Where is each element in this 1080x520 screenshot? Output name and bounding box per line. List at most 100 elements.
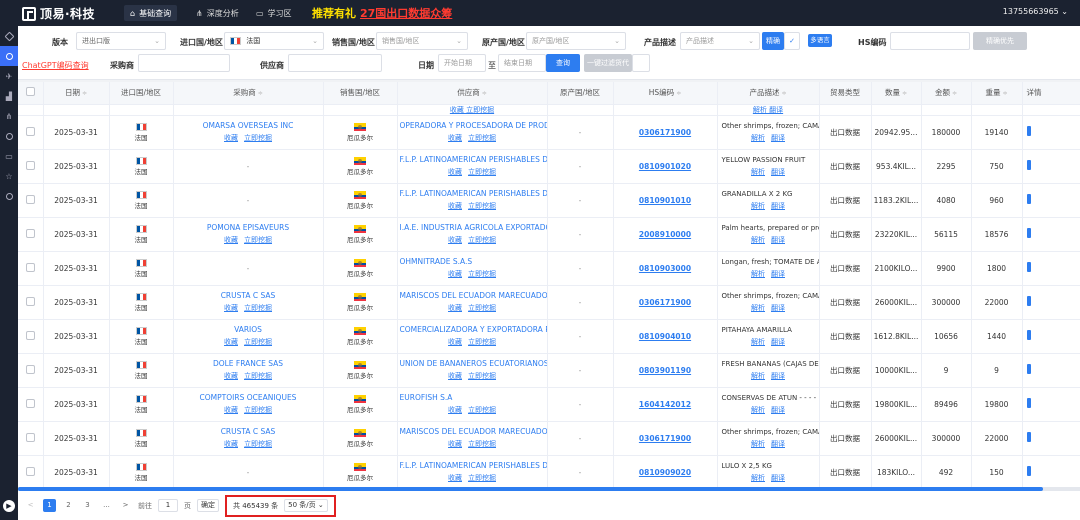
- table-row[interactable]: 2025-03-31 法国 VARIOS 收藏 立即挖掘 厄瓜多尔 COMERCI…: [18, 319, 1080, 354]
- collect-supplier-link[interactable]: 收藏: [448, 304, 462, 312]
- supplier-name-link[interactable]: F.L.P. LATINOAMERICAN PERISHABLES DEL: [398, 461, 547, 470]
- parse-link[interactable]: 解析: [751, 440, 765, 448]
- details-cell[interactable]: [1022, 455, 1080, 488]
- table-row[interactable]: 2025-03-31 法国 CRUSTA C SAS 收藏 立即挖掘 厄瓜多尔 M…: [18, 421, 1080, 456]
- collect-supplier-link[interactable]: 收藏: [448, 236, 462, 244]
- brand-logo[interactable]: 顶易·科技: [22, 5, 95, 22]
- multi-language-button[interactable]: 多语言: [808, 34, 832, 47]
- collect-buyer-link[interactable]: 收藏: [224, 236, 238, 244]
- supplier-name-link[interactable]: F.L.P. LATINOAMERICAN PERISHABLES DEL: [398, 189, 547, 198]
- play-icon[interactable]: ▶: [3, 500, 15, 512]
- parse-link[interactable]: 解析: [751, 372, 765, 380]
- details-cell[interactable]: [1022, 387, 1080, 422]
- filter-forwarders-toggle[interactable]: [632, 54, 650, 72]
- sidebar-item-stats[interactable]: ▟: [0, 86, 18, 106]
- translate-link[interactable]: 翻译: [771, 202, 785, 210]
- collect-buyer-link[interactable]: 收藏: [224, 406, 238, 414]
- parse-link[interactable]: 解析: [751, 202, 765, 210]
- row-select-cell[interactable]: [18, 387, 44, 422]
- supplier-name-link[interactable]: MARISCOS DEL ECUADOR MARECUADOR: [398, 291, 547, 300]
- hs-code-link[interactable]: 0810901010: [639, 196, 691, 205]
- checkbox[interactable]: [25, 330, 35, 340]
- supplier-name-link[interactable]: OHMNITRADE S.A.S: [398, 257, 547, 266]
- nav-learning[interactable]: ▭ 学习区: [256, 5, 292, 21]
- supplier-name-link[interactable]: F.L.P. LATINOAMERICAN PERISHABLES DEL: [398, 155, 547, 164]
- translate-link[interactable]: 翻译: [771, 440, 785, 448]
- table-row[interactable]: 2025-03-31 法国 - 厄瓜多尔 F.L.P. LATINOAMERIC…: [18, 455, 1080, 488]
- row-select-cell[interactable]: [18, 149, 44, 184]
- mine-supplier-link[interactable]: 立即挖掘: [468, 168, 496, 176]
- details-button[interactable]: [1026, 262, 1031, 272]
- user-account-menu[interactable]: 13755663965 ⌄: [1003, 7, 1068, 16]
- details-button[interactable]: [1026, 160, 1031, 170]
- mine-supplier-link[interactable]: 立即挖掘: [468, 134, 496, 142]
- page-1-button[interactable]: 1: [43, 499, 56, 512]
- mine-supplier-link[interactable]: 立即挖掘: [468, 270, 496, 278]
- filter-forwarders-button[interactable]: 一键过滤货代: [584, 54, 632, 72]
- column-header-date[interactable]: 日期 ≑: [43, 82, 110, 105]
- translate-link[interactable]: 翻译: [771, 134, 785, 142]
- nav-basic-query[interactable]: ⌂ 基础查询: [124, 5, 178, 21]
- details-cell[interactable]: [1022, 319, 1080, 354]
- referral-promo-link[interactable]: 推荐有礼: [312, 5, 356, 21]
- collect-supplier-link[interactable]: 收藏: [448, 134, 462, 142]
- details-cell[interactable]: [1022, 251, 1080, 286]
- version-select[interactable]: 进出口版 ⌄: [76, 32, 166, 50]
- details-cell[interactable]: [1022, 217, 1080, 252]
- mine-supplier-link[interactable]: 立即挖掘: [468, 372, 496, 380]
- checkbox[interactable]: [25, 262, 35, 272]
- nav-deep-analysis[interactable]: ⋔ 深度分析: [196, 5, 239, 21]
- start-date-input[interactable]: 开始日期: [438, 54, 486, 72]
- checkbox[interactable]: [25, 228, 35, 238]
- translate-link[interactable]: 翻译: [771, 474, 785, 482]
- hs-code-link[interactable]: 0810904010: [639, 332, 691, 341]
- buyer-name-link[interactable]: CRUSTA C SAS: [174, 291, 323, 300]
- details-button[interactable]: [1026, 364, 1031, 374]
- collect-buyer-link[interactable]: 收藏: [224, 440, 238, 448]
- mine-supplier-link[interactable]: 立即挖掘: [468, 406, 496, 414]
- supplier-name-link[interactable]: OPERADORA Y PROCESADORA DE PRODUCTOS: [398, 121, 547, 130]
- exact-priority-button[interactable]: 精确优先: [973, 32, 1027, 50]
- supplier-name-link[interactable]: UNION DE BANANEROS ECUATORIANOS S.A.: [398, 359, 547, 368]
- buyer-input[interactable]: [138, 54, 230, 72]
- mine-supplier-link[interactable]: 立即挖掘: [468, 474, 496, 482]
- mine-supplier-link[interactable]: 立即挖掘: [468, 440, 496, 448]
- translate-link[interactable]: 翻译: [771, 372, 785, 380]
- mine-buyer-link[interactable]: 立即挖掘: [244, 440, 272, 448]
- sidebar-item-shipping[interactable]: ✈: [0, 66, 18, 86]
- sidebar-item-globe[interactable]: [0, 126, 18, 146]
- collect-supplier-link[interactable]: 收藏: [448, 168, 462, 176]
- hs-code-link[interactable]: 2008910000: [639, 230, 691, 239]
- buyer-name-link[interactable]: POMONA EPISAVEURS: [174, 223, 323, 232]
- table-row[interactable]: 2025-03-31 法国 OMARSA OVERSEAS INC 收藏 立即挖掘…: [18, 115, 1080, 150]
- import-country-select[interactable]: 法国 ⌄: [224, 32, 324, 50]
- table-row[interactable]: 2025-03-31 法国 - 厄瓜多尔 F.L.P. LATINOAMERIC…: [18, 149, 1080, 184]
- hs-code-input[interactable]: [890, 32, 970, 50]
- hs-code-link[interactable]: 1604142012: [639, 400, 691, 409]
- jump-page-input[interactable]: 1: [158, 499, 178, 512]
- details-button[interactable]: [1026, 432, 1031, 442]
- sidebar-item-layers[interactable]: [0, 26, 18, 46]
- next-page-button[interactable]: >: [119, 499, 132, 512]
- checkbox[interactable]: [25, 364, 35, 374]
- sidebar-item-monitor[interactable]: ▭: [0, 146, 18, 166]
- page-3-button[interactable]: 3: [81, 499, 94, 512]
- collect-supplier-link[interactable]: 收藏: [448, 406, 462, 414]
- hs-code-link[interactable]: 0306171900: [639, 128, 691, 137]
- mine-buyer-link[interactable]: 立即挖掘: [244, 406, 272, 414]
- table-row[interactable]: 2025-03-31 法国 CRUSTA C SAS 收藏 立即挖掘 厄瓜多尔 M…: [18, 285, 1080, 320]
- checkbox[interactable]: [25, 398, 35, 408]
- supplier-input[interactable]: [288, 54, 382, 72]
- table-row[interactable]: 2025-03-31 法国 COMPTOIRS OCEANIQUES 收藏 立即挖…: [18, 387, 1080, 422]
- row-select-cell[interactable]: [18, 183, 44, 218]
- buyer-name-link[interactable]: VARIOS: [174, 325, 323, 334]
- collect-supplier-link[interactable]: 收藏: [448, 474, 462, 482]
- details-cell[interactable]: [1022, 421, 1080, 456]
- table-row[interactable]: 2025-03-31 法国 POMONA EPISAVEURS 收藏 立即挖掘 厄…: [18, 217, 1080, 252]
- hs-code-link[interactable]: 0306171900: [639, 434, 691, 443]
- row-select-cell[interactable]: [18, 421, 44, 456]
- chatgpt-hs-lookup-link[interactable]: ChatGPT编码查询: [22, 60, 89, 71]
- details-cell[interactable]: [1022, 353, 1080, 388]
- parse-link[interactable]: 解析: [751, 474, 765, 482]
- mine-supplier-link[interactable]: 立即挖掘: [468, 338, 496, 346]
